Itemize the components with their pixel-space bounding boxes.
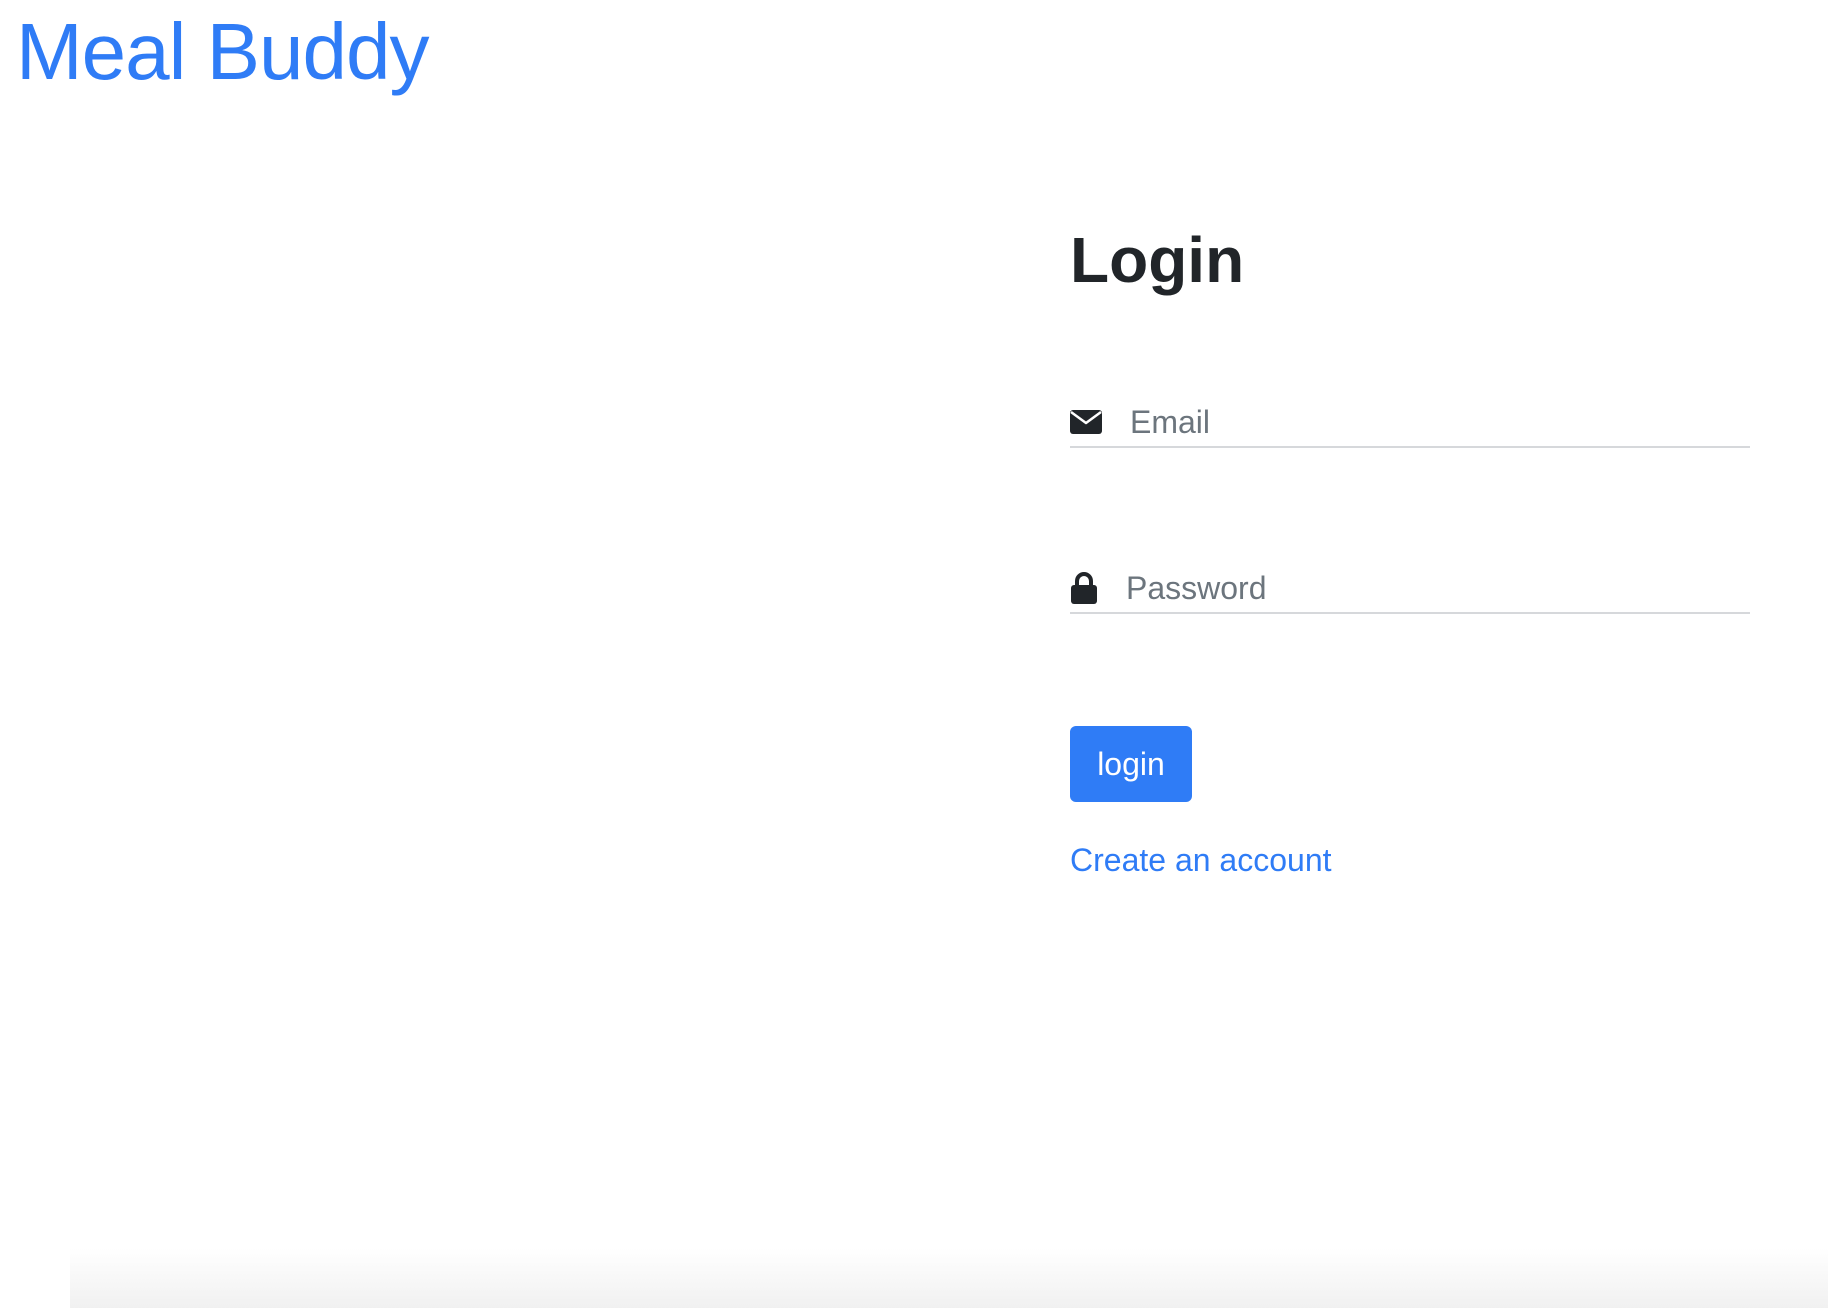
create-account-link[interactable]: Create an account xyxy=(1070,838,1332,882)
page-title: Login xyxy=(1070,224,1245,296)
brand-logo-link[interactable]: Meal Buddy xyxy=(16,4,429,100)
email-input[interactable] xyxy=(1130,400,1730,444)
email-field-group xyxy=(1070,398,1750,448)
password-field-group xyxy=(1070,564,1750,614)
password-input[interactable] xyxy=(1126,566,1726,610)
envelope-icon xyxy=(1070,406,1102,438)
login-panel: Login login Create an account xyxy=(1070,220,1750,878)
login-button[interactable]: login xyxy=(1070,726,1192,802)
footer-shadow xyxy=(70,1248,1828,1308)
lock-icon xyxy=(1070,572,1102,604)
